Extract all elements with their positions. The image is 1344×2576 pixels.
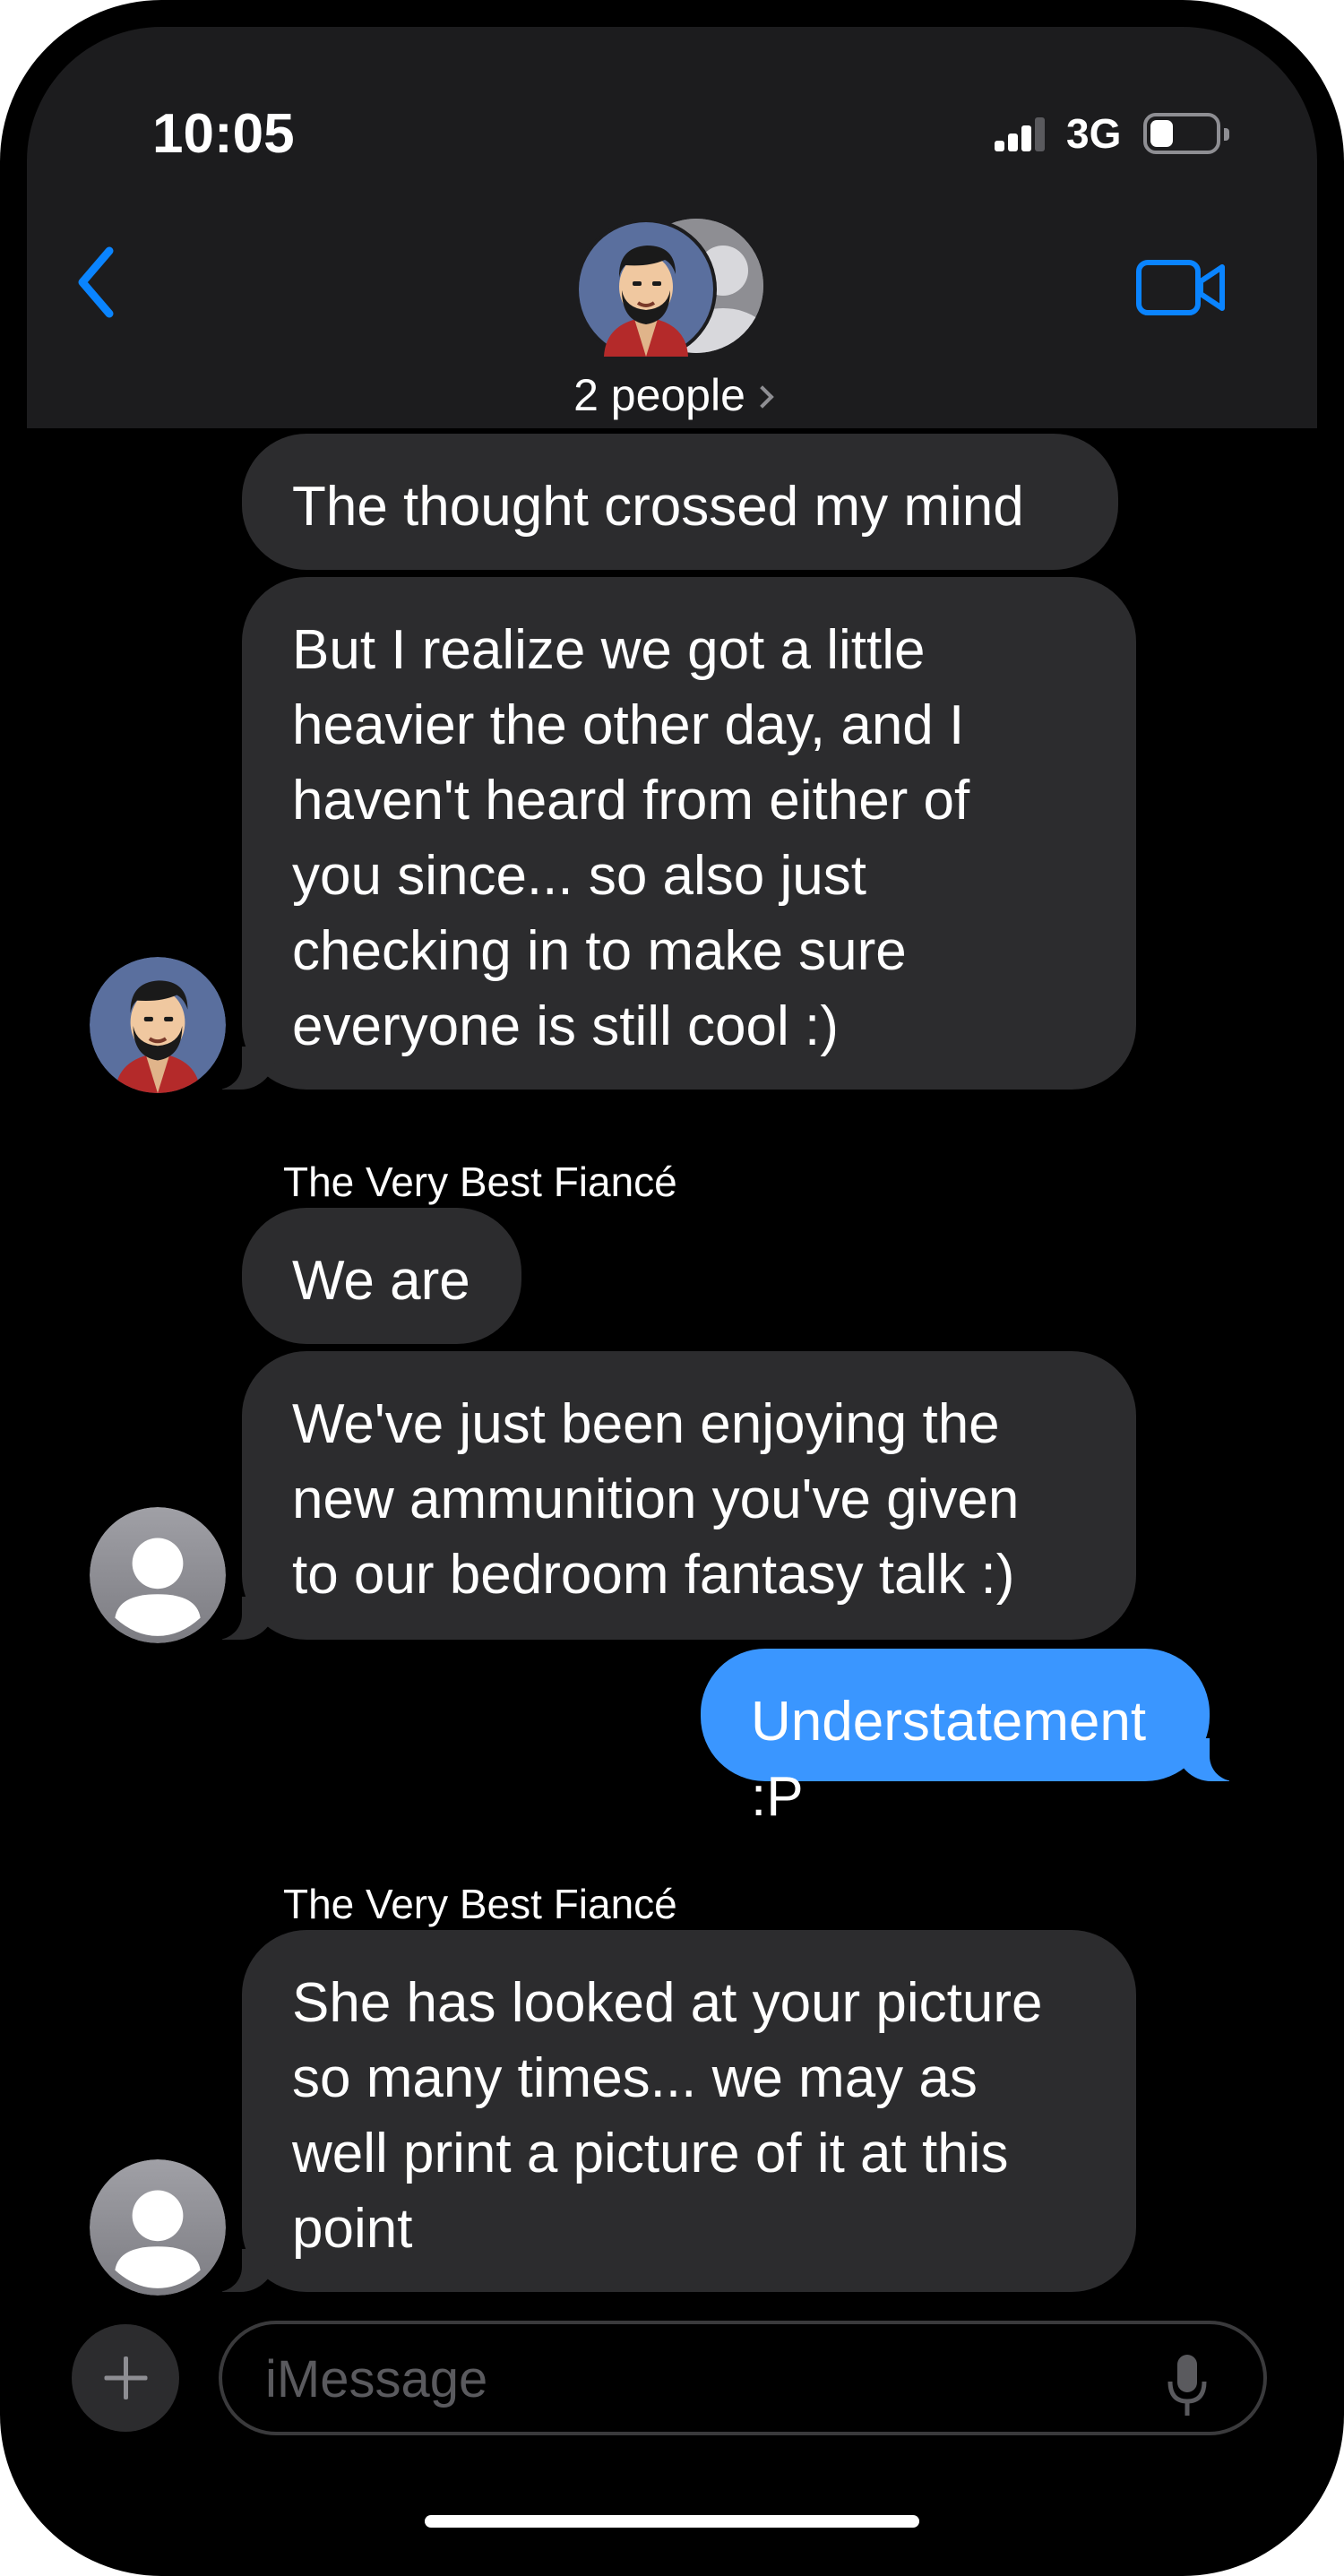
signal-bar — [1021, 125, 1031, 151]
group-avatar[interactable] — [575, 219, 763, 362]
status-bar: 10:05 3G — [27, 27, 1317, 179]
sender-name: The Very Best Fiancé — [283, 1159, 677, 1205]
message-text: We are — [292, 1250, 470, 1312]
person-icon — [90, 2159, 226, 2296]
plus-icon[interactable] — [72, 2324, 179, 2432]
message-line: to our bedroom fantasy talk :) — [292, 1544, 1015, 1606]
message-line: heavier the other day, and I — [292, 694, 965, 756]
chevron-left-icon[interactable] — [70, 242, 124, 323]
bearded-man-avatar-icon — [579, 222, 713, 357]
message-line: everyone is still cool :) — [292, 995, 839, 1057]
video-camera-icon[interactable] — [1136, 260, 1226, 315]
sender-avatar[interactable] — [90, 957, 226, 1093]
message-bubble-incoming[interactable]: We've just been enjoying the new ammunit… — [202, 1351, 1136, 1640]
message-line: checking in to make sure — [292, 920, 907, 982]
message-line: well print a picture of it at this — [292, 2123, 1009, 2184]
imessage-input[interactable]: iMessage — [219, 2321, 1267, 2435]
person-icon — [90, 1507, 226, 1643]
signal-bar — [1035, 117, 1045, 151]
message-line: But I realize we got a little — [292, 619, 926, 681]
sender-name: The Very Best Fiancé — [283, 1881, 677, 1927]
imessage-placeholder: iMessage — [265, 2350, 488, 2408]
messages-screen: 10:05 3G 2 people The thought crossed my… — [27, 27, 1317, 2549]
message-bubble-incoming[interactable]: She has looked at your picture so many t… — [202, 1930, 1136, 2292]
signal-icon — [995, 117, 1045, 151]
signal-bar — [1008, 134, 1018, 151]
battery-fill — [1150, 120, 1173, 147]
signal-bar — [995, 141, 1004, 151]
sender-avatar[interactable] — [90, 2159, 226, 2296]
phone-frame: 10:05 3G 2 people The thought crossed my… — [0, 0, 1344, 2576]
conversation-members-link[interactable]: 2 people — [27, 369, 1317, 421]
microphone-icon[interactable] — [1167, 2353, 1208, 2419]
sender-avatar[interactable] — [90, 1507, 226, 1643]
message-line: so many times... we may as — [292, 2047, 978, 2109]
conversation-header: 2 people — [27, 179, 1317, 428]
status-time: 10:05 — [152, 103, 295, 165]
message-line: We've just been enjoying the — [292, 1393, 1000, 1455]
message-bubble-outgoing[interactable]: Understatement :P — [701, 1649, 1249, 1828]
message-bubble-incoming[interactable]: The thought crossed my mind — [242, 434, 1118, 570]
message-bubble-incoming[interactable]: But I realize we got a little heavier th… — [202, 577, 1136, 1090]
home-indicator[interactable] — [425, 2515, 919, 2528]
message-line: She has looked at your picture — [292, 1972, 1043, 2034]
message-line: haven't heard from either of — [292, 770, 970, 831]
message-line: you since... so also just — [292, 845, 866, 907]
battery-icon — [1143, 113, 1229, 154]
bearded-man-avatar-icon — [90, 957, 226, 1093]
battery-nub — [1224, 128, 1229, 141]
message-text: The thought crossed my mind — [292, 476, 1024, 538]
chevron-right-icon — [751, 385, 774, 409]
network-type: 3G — [1066, 110, 1122, 157]
message-line: point — [292, 2198, 413, 2260]
message-text: Understatement :P — [751, 1691, 1147, 1828]
contact-avatar-bearded — [575, 219, 717, 360]
message-line: new ammunition you've given — [292, 1469, 1020, 1530]
message-bubble-incoming[interactable]: We are — [242, 1208, 521, 1344]
conversation-members-label: 2 people — [573, 370, 745, 420]
